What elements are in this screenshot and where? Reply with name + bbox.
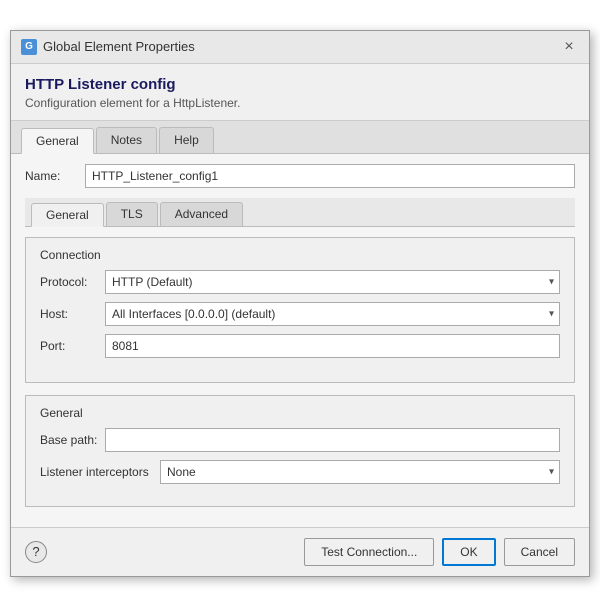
- name-label: Name:: [25, 169, 85, 183]
- test-connection-button[interactable]: Test Connection...: [304, 538, 434, 566]
- port-input[interactable]: [105, 334, 560, 358]
- tab-notes[interactable]: Notes: [96, 127, 157, 153]
- close-button[interactable]: ×: [559, 37, 579, 57]
- interceptors-select-wrapper: None ▾: [160, 460, 560, 484]
- port-label: Port:: [40, 339, 105, 353]
- dialog-icon: G: [21, 39, 37, 55]
- dialog-title: HTTP Listener config: [25, 76, 575, 93]
- host-select[interactable]: All Interfaces [0.0.0.0] (default): [105, 302, 560, 326]
- footer-right: Test Connection... OK Cancel: [304, 538, 575, 566]
- host-label: Host:: [40, 307, 105, 321]
- interceptors-label: Listener interceptors: [40, 465, 160, 479]
- name-input[interactable]: [85, 164, 575, 188]
- basepath-row: Base path:: [40, 428, 560, 452]
- help-button[interactable]: ?: [25, 541, 47, 563]
- name-row: Name:: [25, 164, 575, 188]
- ok-button[interactable]: OK: [442, 538, 495, 566]
- protocol-label: Protocol:: [40, 275, 105, 289]
- basepath-input[interactable]: [105, 428, 560, 452]
- protocol-select[interactable]: HTTP (Default): [105, 270, 560, 294]
- inner-tab-tls[interactable]: TLS: [106, 202, 158, 226]
- dialog-header: HTTP Listener config Configuration eleme…: [11, 64, 589, 120]
- connection-group-title: Connection: [40, 248, 560, 262]
- footer: ? Test Connection... OK Cancel: [11, 527, 589, 576]
- dialog: G Global Element Properties × HTTP Liste…: [10, 30, 590, 577]
- port-row: Port:: [40, 334, 560, 358]
- basepath-label: Base path:: [40, 433, 105, 447]
- title-bar-left: G Global Element Properties: [21, 39, 195, 55]
- inner-tab-advanced[interactable]: Advanced: [160, 202, 243, 226]
- inner-tab-general[interactable]: General: [31, 203, 104, 227]
- cancel-button[interactable]: Cancel: [504, 538, 575, 566]
- protocol-select-wrapper: HTTP (Default) ▾: [105, 270, 560, 294]
- protocol-row: Protocol: HTTP (Default) ▾: [40, 270, 560, 294]
- interceptors-row: Listener interceptors None ▾: [40, 460, 560, 484]
- connection-group: Connection Protocol: HTTP (Default) ▾ Ho…: [25, 237, 575, 383]
- tab-help[interactable]: Help: [159, 127, 214, 153]
- title-bar: G Global Element Properties ×: [11, 31, 589, 64]
- host-row: Host: All Interfaces [0.0.0.0] (default)…: [40, 302, 560, 326]
- host-select-wrapper: All Interfaces [0.0.0.0] (default) ▾: [105, 302, 560, 326]
- inner-tabs: General TLS Advanced: [25, 198, 575, 227]
- title-bar-text: Global Element Properties: [43, 39, 195, 54]
- general-group-title: General: [40, 406, 560, 420]
- tab-general[interactable]: General: [21, 128, 94, 154]
- footer-left: ?: [25, 541, 47, 563]
- dialog-subtitle: Configuration element for a HttpListener…: [25, 96, 575, 110]
- main-tabs: General Notes Help: [11, 121, 589, 154]
- general-group: General Base path: Listener interceptors…: [25, 395, 575, 507]
- content-area: Name: General TLS Advanced Connection Pr…: [11, 154, 589, 527]
- interceptors-select[interactable]: None: [160, 460, 560, 484]
